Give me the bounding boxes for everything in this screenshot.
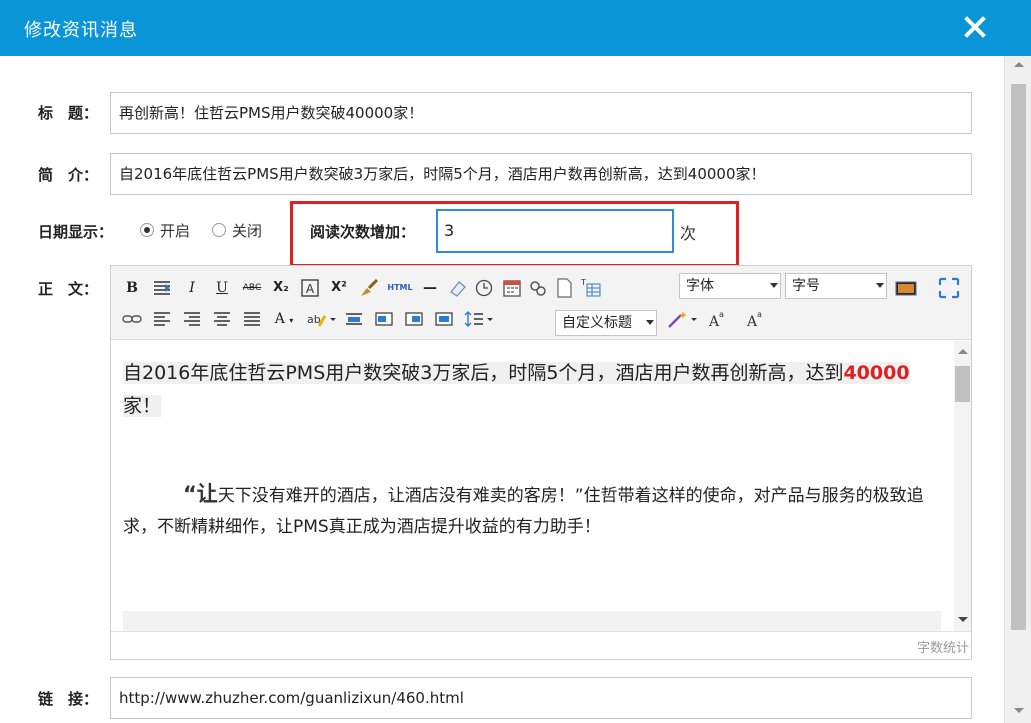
editor-toolbar: B I U ABC X₂ A X² HTML — T 字体 字号 A ▾ ab … xyxy=(111,266,971,340)
eraser-icon[interactable] xyxy=(447,276,469,300)
line-height-icon[interactable] xyxy=(463,307,495,331)
svg-text:T: T xyxy=(580,278,586,287)
dialog-title: 修改资讯消息 xyxy=(24,20,138,41)
italic-button[interactable]: I xyxy=(181,276,203,300)
scroll-thumb[interactable] xyxy=(1011,84,1026,630)
font-size-select[interactable]: 字号 xyxy=(785,273,887,299)
quote-lead: “让 xyxy=(183,482,218,506)
page-icon[interactable] xyxy=(553,276,575,300)
scroll-up-icon[interactable] xyxy=(1014,62,1024,67)
read-count-input[interactable]: 3 xyxy=(436,209,674,253)
highlight-number: 40000 xyxy=(843,362,910,384)
chain-link-icon[interactable] xyxy=(121,307,143,331)
bold-button[interactable]: B xyxy=(121,276,143,300)
magic-wand-icon[interactable] xyxy=(665,307,699,331)
editor-footer-divider xyxy=(111,631,971,632)
horizontal-rule-button[interactable]: — xyxy=(419,276,441,300)
font-color-button[interactable]: A ▾ xyxy=(271,307,297,331)
link-label: 链 接： xyxy=(38,690,99,708)
align-left-icon[interactable] xyxy=(151,307,173,331)
date-display-label: 日期显示： xyxy=(38,223,114,241)
link-icon[interactable] xyxy=(527,276,549,300)
rich-text-editor[interactable]: B I U ABC X₂ A X² HTML — T 字体 字号 A ▾ ab … xyxy=(110,265,972,660)
highlight-color-icon[interactable]: ab xyxy=(305,307,337,331)
insert-after-icon[interactable] xyxy=(373,307,395,331)
read-count-unit: 次 xyxy=(680,224,697,243)
scroll-down-icon[interactable] xyxy=(1014,708,1024,713)
image-icon[interactable] xyxy=(893,276,919,300)
align-center-icon[interactable] xyxy=(211,307,233,331)
font-family-select[interactable]: 字体 xyxy=(679,273,781,299)
superscript-button[interactable]: X² xyxy=(327,276,351,300)
link-input[interactable]: http://www.zhuzher.com/guanlizixun/460.h… xyxy=(110,677,972,719)
date-on-label[interactable]: 开启 xyxy=(160,220,190,241)
date-off-radio[interactable] xyxy=(212,223,226,237)
font-family-value: 字体 xyxy=(686,278,714,294)
body-text-1a: 自2016年底住哲云PMS用户数突破3万家后，时隔5个月，酒店用户数再创新高，达… xyxy=(123,362,844,384)
word-count: 字数统计 xyxy=(916,641,969,656)
title-input[interactable]: 再创新高！住哲云PMS用户数突破40000家！ xyxy=(110,92,972,134)
block-left-icon[interactable] xyxy=(403,307,425,331)
scroll-up-icon[interactable] xyxy=(958,349,968,354)
summary-label: 简 介： xyxy=(38,166,99,184)
font-shrink-icon[interactable]: Aa xyxy=(745,307,767,331)
fullscreen-icon[interactable] xyxy=(937,276,961,300)
font-color-label: A xyxy=(274,311,285,327)
insert-before-icon[interactable] xyxy=(343,307,365,331)
align-right-icon[interactable] xyxy=(181,307,203,331)
chevron-down-icon xyxy=(770,283,778,288)
scroll-thumb[interactable] xyxy=(955,366,970,402)
body-paragraph-2: “让天下没有难开的酒店，让酒店没有难卖的客房！”住哲带着这样的使命，对产品与服务… xyxy=(123,479,941,543)
underline-button[interactable]: U xyxy=(211,276,233,300)
body-label: 正 文： xyxy=(38,280,99,298)
body-paragraph-1: 自2016年底住哲云PMS用户数突破3万家后，时隔5个月，酒店用户数再创新高，达… xyxy=(123,357,933,423)
strikethrough-button[interactable]: ABC xyxy=(239,276,265,300)
table-icon[interactable]: T xyxy=(579,276,603,300)
editor-scrollbar[interactable] xyxy=(954,341,971,631)
format-painter-icon[interactable] xyxy=(357,276,381,300)
chevron-down-icon xyxy=(876,283,884,288)
body-text-1b: 家！ xyxy=(123,395,162,417)
editor-content[interactable]: 自2016年底住哲云PMS用户数突破3万家后，时隔5个月，酒店用户数再创新高，达… xyxy=(111,341,954,631)
body-text-2: 天下没有难开的酒店，让酒店没有难卖的客房！”住哲带着这样的使命，对产品与服务的极… xyxy=(123,486,924,537)
html-source-button[interactable]: HTML xyxy=(385,276,415,300)
clock-icon[interactable] xyxy=(473,276,495,300)
align-justify-icon[interactable] xyxy=(241,307,263,331)
date-on-radio[interactable] xyxy=(140,223,154,237)
calendar-icon[interactable] xyxy=(501,276,523,300)
font-border-icon[interactable]: A xyxy=(299,276,321,300)
scroll-down-icon[interactable] xyxy=(958,617,968,622)
summary-input[interactable]: 自2016年底住哲云PMS用户数突破3万家后，时隔5个月，酒店用户数再创新高，达… xyxy=(110,153,972,195)
custom-heading-select[interactable]: 自定义标题 xyxy=(555,310,657,336)
read-count-label: 阅读次数增加： xyxy=(310,223,416,241)
title-label: 标 题： xyxy=(38,104,99,122)
window-scrollbar[interactable] xyxy=(1004,56,1031,723)
empty-paragraph xyxy=(123,611,941,631)
svg-text:A: A xyxy=(306,282,315,296)
date-off-label[interactable]: 关闭 xyxy=(232,220,262,241)
dialog-header: 修改资讯消息 xyxy=(0,0,1031,56)
font-size-value: 字号 xyxy=(792,278,820,294)
chevron-down-icon xyxy=(646,320,654,325)
svg-text:a: a xyxy=(719,310,724,319)
subscript-button[interactable]: X₂ xyxy=(269,276,293,300)
indent-icon[interactable] xyxy=(151,276,173,300)
close-icon[interactable] xyxy=(962,14,988,40)
block-center-icon[interactable] xyxy=(433,307,455,331)
custom-heading-value: 自定义标题 xyxy=(562,315,632,331)
svg-text:a: a xyxy=(757,310,762,319)
font-grow-icon[interactable]: Aa xyxy=(707,307,729,331)
